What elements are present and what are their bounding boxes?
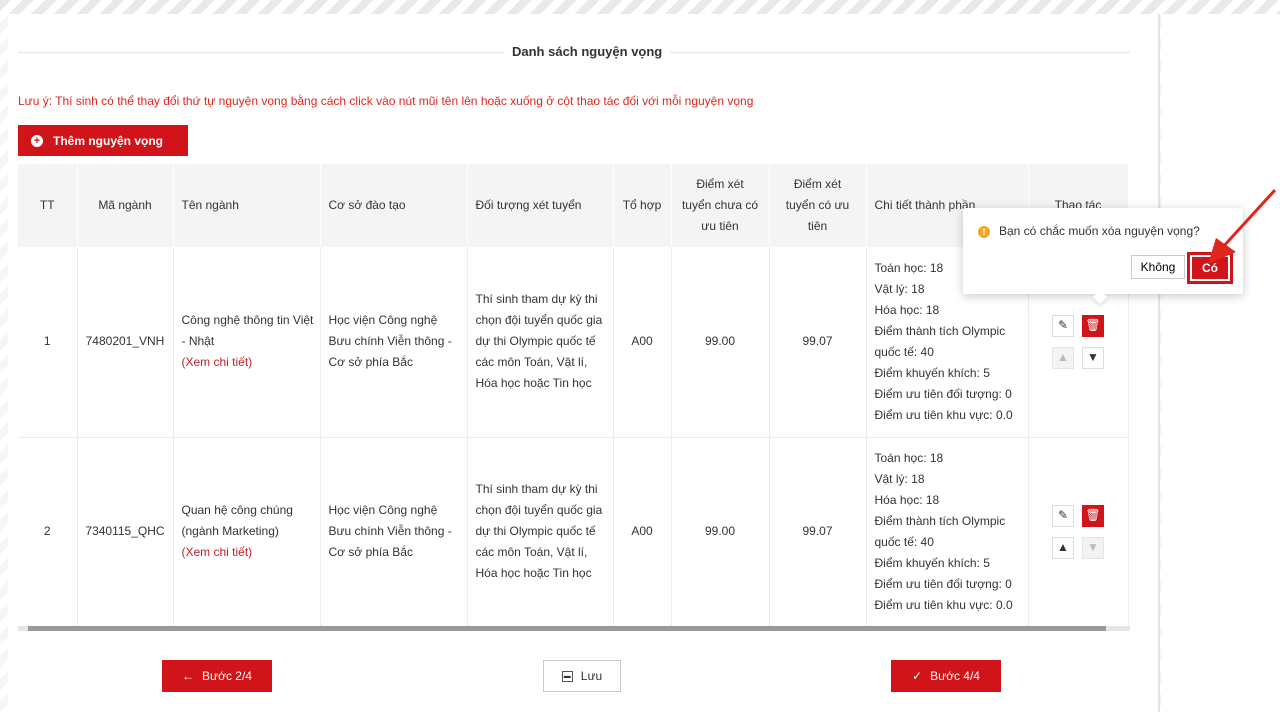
cancel-delete-button[interactable]: Không bbox=[1131, 255, 1185, 279]
background-strip bbox=[0, 0, 1280, 14]
arrow-down-icon[interactable]: ▼ bbox=[1082, 346, 1104, 369]
cell-chi-tiet: Toán học: 18 Vật lý: 18 Hóa học: 18 Điểm… bbox=[866, 437, 1029, 627]
detail-line: Toán học: 18 bbox=[874, 450, 944, 465]
trash-icon[interactable]: 🗑 bbox=[1082, 314, 1104, 337]
section-title-text: Danh sách nguyện vọng bbox=[504, 44, 671, 59]
add-wish-button[interactable]: + Thêm nguyện vọng bbox=[18, 125, 188, 156]
table-row: 2 7340115_QHC Quan hệ công chúng (ngành … bbox=[18, 437, 1129, 627]
next-step-button[interactable]: ✓ Bước 4/4 bbox=[891, 660, 1001, 692]
action-row: ✎ 🗑 bbox=[1052, 504, 1104, 527]
back-step-label: Bước 2/4 bbox=[202, 669, 252, 683]
trash-icon[interactable]: 🗑 bbox=[1082, 504, 1104, 527]
arrow-down-icon[interactable]: ▼ bbox=[1082, 536, 1104, 559]
detail-line: Vật lý: 18 bbox=[874, 471, 925, 486]
header-doi-tuong: Đối tượng xét tuyển bbox=[467, 164, 614, 247]
edit-icon[interactable]: ✎ bbox=[1052, 504, 1074, 527]
popover-message: Bạn có chắc muốn xóa nguyện vọng? bbox=[999, 224, 1200, 238]
cell-ma-nganh: 7480201_VNH bbox=[77, 247, 174, 438]
cell-ma-nganh: 7340115_QHC bbox=[77, 437, 174, 627]
detail-line: Điểm khuyến khích: 5 bbox=[874, 555, 990, 570]
action-row: ▲ ▼ bbox=[1052, 346, 1104, 369]
cell-doi-tuong: Thí sinh tham dự kỳ thi chọn đội tuyển q… bbox=[467, 437, 614, 627]
actions-group: ✎ 🗑 ▲ ▼ bbox=[1029, 314, 1128, 369]
table-row: 1 7480201_VNH Công nghệ thông tin Việt -… bbox=[18, 247, 1129, 438]
arrow-up-icon[interactable]: ▲ bbox=[1052, 346, 1074, 369]
cell-ten-nganh: Công nghệ thông tin Việt - Nhật (Xem chi… bbox=[173, 247, 321, 438]
header-to-hop: Tổ hợp bbox=[613, 164, 672, 247]
cell-co-so: Học viện Công nghệ Bưu chính Viễn thông … bbox=[320, 247, 468, 438]
detail-line: Điểm khuyến khích: 5 bbox=[874, 365, 990, 380]
xem-chi-tiet-link[interactable]: (Xem chi tiết) bbox=[182, 352, 314, 373]
next-step-label: Bước 4/4 bbox=[930, 669, 980, 683]
cell-tt: 1 bbox=[18, 247, 78, 438]
edit-icon[interactable]: ✎ bbox=[1052, 314, 1074, 337]
horizontal-scrollbar-thumb[interactable] bbox=[28, 626, 1106, 631]
plus-circle-icon: + bbox=[31, 134, 43, 147]
cell-ten-nganh: Quan hệ công chúng (ngành Marketing) (Xe… bbox=[173, 437, 321, 627]
cell-actions: ✎ 🗑 ▲ ▼ bbox=[1028, 437, 1129, 627]
actions-group: ✎ 🗑 ▲ ▼ bbox=[1029, 504, 1128, 559]
ten-nganh-text: Quan hệ công chúng (ngành Marketing) bbox=[181, 503, 293, 538]
arrow-left-icon: ← bbox=[182, 669, 195, 683]
header-diem-chua-uu-tien: Điểm xét tuyển chưa có ưu tiên bbox=[671, 164, 770, 247]
cell-diem-co-uu-tien: 99.07 bbox=[769, 247, 867, 438]
ten-nganh-text: Công nghệ thông tin Việt - Nhật bbox=[181, 313, 314, 349]
note-text: Lưu ý: Thí sinh có thể thay đổi thứ tự n… bbox=[18, 94, 754, 108]
cell-to-hop: A00 bbox=[613, 247, 672, 438]
xem-chi-tiet-link[interactable]: (Xem chi tiết) bbox=[182, 542, 314, 563]
save-label: Lưu bbox=[580, 669, 603, 683]
check-icon: ✓ bbox=[912, 669, 923, 683]
save-button[interactable]: ▬ Lưu bbox=[543, 660, 621, 692]
cell-co-so: Học viện Công nghệ Bưu chính Viễn thông … bbox=[320, 437, 468, 627]
header-co-so: Cơ sở đào tạo bbox=[320, 164, 468, 247]
detail-line: Hóa học: 18 bbox=[874, 302, 940, 317]
annotation-arrow-icon bbox=[1208, 188, 1277, 264]
add-wish-label: Thêm nguyện vọng bbox=[53, 133, 164, 148]
section-title: Danh sách nguyện vọng bbox=[18, 44, 1130, 60]
detail-line: Điểm ưu tiên đối tượng: 0 bbox=[874, 576, 1012, 591]
arrow-up-icon[interactable]: ▲ bbox=[1052, 536, 1074, 559]
save-icon: ▬ bbox=[561, 670, 573, 682]
header-ten-nganh: Tên ngành bbox=[173, 164, 321, 247]
header-tt: TT bbox=[18, 164, 78, 247]
detail-line: Điểm ưu tiên khu vực: 0.0 bbox=[874, 597, 1013, 612]
detail-line: Điểm ưu tiên đối tượng: 0 bbox=[874, 386, 1012, 401]
back-step-button[interactable]: ← Bước 2/4 bbox=[162, 660, 272, 692]
action-row: ✎ 🗑 bbox=[1052, 314, 1104, 337]
header-diem-co-uu-tien: Điểm xét tuyển có ưu tiên bbox=[769, 164, 867, 247]
detail-line: Điểm thành tích Olympic quốc tế: 40 bbox=[874, 513, 1006, 549]
warning-icon: ! bbox=[978, 226, 990, 238]
cell-diem-chua-uu-tien: 99.00 bbox=[671, 437, 770, 627]
cell-doi-tuong: Thí sinh tham dự kỳ thi chọn đội tuyển q… bbox=[467, 247, 614, 438]
cell-to-hop: A00 bbox=[613, 437, 672, 627]
right-area bbox=[1162, 14, 1280, 712]
detail-line: Điểm ưu tiên khu vực: 0.0 bbox=[874, 407, 1013, 422]
action-row: ▲ ▼ bbox=[1052, 536, 1104, 559]
cell-diem-chua-uu-tien: 99.00 bbox=[671, 247, 770, 438]
table-header-row: TT Mã ngành Tên ngành Cơ sở đào tạo Đối … bbox=[18, 164, 1129, 247]
cell-tt: 2 bbox=[18, 437, 78, 627]
header-ma-nganh: Mã ngành bbox=[77, 164, 174, 247]
wish-table: TT Mã ngành Tên ngành Cơ sở đào tạo Đối … bbox=[18, 164, 1129, 627]
cell-diem-co-uu-tien: 99.07 bbox=[769, 437, 867, 627]
detail-line: Điểm thành tích Olympic quốc tế: 40 bbox=[874, 323, 1006, 359]
detail-line: Hóa học: 18 bbox=[874, 492, 940, 507]
